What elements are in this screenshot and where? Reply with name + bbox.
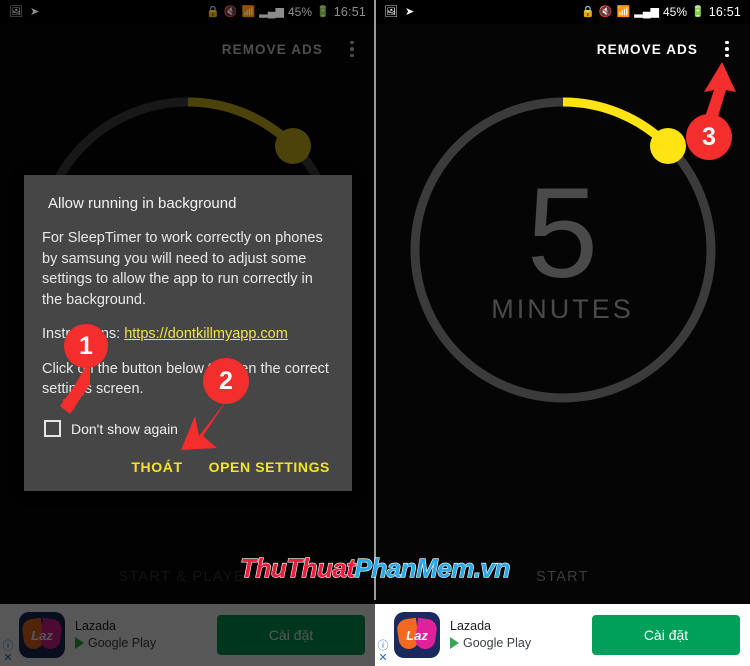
annotation-marker-1: 1 [40, 322, 160, 432]
watermark-part-2: PhanMem [354, 552, 475, 583]
status-bar-notifications: 🖼 ➤ [375, 5, 415, 18]
annotation-number-2: 2 [203, 358, 249, 404]
panel-divider [374, 0, 376, 600]
ad-text: Lazada Google Play [450, 619, 531, 650]
info-icon[interactable]: ⓘ [378, 641, 389, 652]
ad-store-name: Google Play [463, 635, 532, 650]
ad-install-button[interactable]: Cài đặt [592, 615, 740, 655]
battery-saver-icon: 🔒 [581, 5, 595, 18]
ad-icon-text: Laz [406, 627, 428, 643]
dialog-body: For SleepTimer to work correctly on phon… [42, 230, 323, 308]
annotation-marker-2: 2 [165, 358, 295, 488]
mute-icon: 🔇 [598, 5, 613, 18]
wifi-icon: 📶 [616, 5, 631, 18]
google-play-icon [450, 636, 459, 649]
ad-app-icon: Laz [394, 612, 440, 658]
site-watermark: ThuThuatPhanMem.vn [239, 552, 511, 584]
status-bar-system: 🔒 🔇 📶 ▂▄▆ 45% 🔋 16:51 [581, 6, 750, 19]
ad-banner-right[interactable]: ⓘ ✕ Laz Lazada Google Play Cài đặt [375, 604, 750, 666]
kebab-dot [725, 40, 729, 45]
annotation-number-1: 1 [64, 324, 108, 368]
annotation-number-3: 3 [686, 114, 732, 160]
close-icon[interactable]: ✕ [378, 653, 387, 664]
ad-badges: ⓘ ✕ [375, 602, 391, 666]
battery-icon: 🔋 [691, 5, 705, 18]
ad-store: Google Play [450, 636, 531, 650]
dialog-title: Allow running in background [48, 195, 237, 212]
ad-app-name: Lazada [450, 619, 492, 634]
annotation-marker-3: 3 [670, 56, 750, 161]
watermark-part-3: .vn [473, 552, 511, 583]
image-icon: 🖼 [384, 5, 398, 18]
send-icon: ➤ [404, 5, 415, 18]
status-bar-right: 🖼 ➤ 🔒 🔇 📶 ▂▄▆ 45% 🔋 16:51 [375, 0, 750, 24]
clock: 16:51 [708, 4, 741, 19]
kebab-dot [725, 47, 729, 51]
watermark-part-1: ThuThuat [239, 552, 355, 583]
screenshot-stage: 5 MINUTES START & PLAYER 🖼 ➤ 🔒 🔇 📶 ▂▄▆ 4… [0, 0, 750, 666]
remove-ads-button[interactable]: REMOVE ADS [597, 42, 698, 57]
signal-icon: ▂▄▆ [634, 5, 659, 18]
battery-percent: 45% [662, 5, 688, 19]
start-label: START [536, 569, 589, 585]
